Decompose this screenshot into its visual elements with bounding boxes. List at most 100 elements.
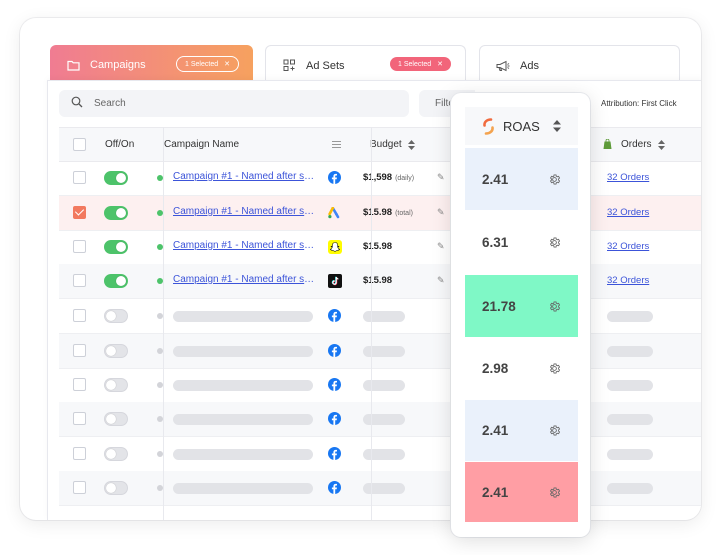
edit-icon[interactable]: ✎	[437, 172, 445, 183]
orders-placeholder	[607, 414, 653, 425]
edit-icon[interactable]: ✎	[437, 275, 445, 286]
orders-link[interactable]: 32 Orders	[607, 241, 649, 252]
table-header: Off/On Campaign Name Budget Orders	[59, 127, 701, 162]
close-icon[interactable]: ✕	[224, 60, 230, 68]
select-all-checkbox[interactable]	[73, 128, 86, 161]
facebook-icon	[327, 343, 342, 358]
selected-badge: 1 Selected ✕	[176, 56, 239, 72]
budget-amount: $15.98	[363, 207, 393, 218]
campaign-name-link[interactable]: Campaign #1 - Named after something	[173, 274, 315, 285]
search-icon	[71, 96, 83, 111]
orders-link[interactable]: 32 Orders	[607, 172, 649, 183]
shopify-icon	[603, 139, 612, 150]
status-toggle[interactable]	[104, 274, 128, 288]
close-icon[interactable]: ✕	[437, 60, 443, 68]
tab-campaigns[interactable]: Campaigns 1 Selected ✕	[50, 45, 253, 85]
facebook-icon	[327, 446, 342, 461]
roas-cell: 2.41	[465, 462, 578, 522]
table-row[interactable]	[59, 299, 701, 334]
status-toggle[interactable]	[104, 447, 128, 461]
roas-value: 2.41	[482, 171, 509, 187]
status-toggle[interactable]	[104, 344, 128, 358]
gear-icon[interactable]	[548, 173, 561, 186]
status-toggle[interactable]	[104, 412, 128, 426]
facebook-icon	[327, 308, 342, 323]
campaign-name-link[interactable]: Campaign #1 - Named after something	[173, 206, 315, 217]
status-toggle[interactable]	[104, 240, 128, 254]
budget-amount: $15.98	[363, 275, 393, 286]
column-header-roas[interactable]: ROAS	[465, 107, 578, 145]
tab-ad-sets[interactable]: Ad Sets 1 Selected ✕	[265, 45, 466, 85]
sort-icon[interactable]	[407, 139, 415, 150]
search-input[interactable]: Search	[59, 90, 409, 117]
column-header-orders[interactable]: Orders	[603, 128, 665, 161]
sort-icon[interactable]	[657, 139, 665, 150]
orders-link[interactable]: 32 Orders	[607, 275, 649, 286]
gear-icon[interactable]	[548, 300, 561, 313]
table-row[interactable]	[59, 368, 701, 403]
facebook-icon	[327, 377, 342, 392]
edit-icon[interactable]: ✎	[437, 207, 445, 218]
status-toggle[interactable]	[104, 206, 128, 220]
selected-badge-label: 1 Selected	[398, 60, 432, 68]
gear-icon[interactable]	[548, 362, 561, 375]
drag-handle-icon[interactable]	[332, 128, 341, 161]
row-checkbox[interactable]	[73, 378, 86, 391]
table-row[interactable]: Campaign #1 - Named after something $1,59…	[59, 161, 701, 196]
status-toggle[interactable]	[104, 481, 128, 495]
roas-value: 6.31	[482, 235, 509, 250]
status-toggle[interactable]	[104, 309, 128, 323]
name-placeholder	[173, 311, 313, 322]
row-checkbox[interactable]	[73, 240, 86, 253]
gear-icon[interactable]	[548, 236, 561, 249]
row-checkbox[interactable]	[73, 206, 86, 219]
selected-badge-label: 1 Selected	[185, 60, 219, 68]
row-checkbox[interactable]	[73, 447, 86, 460]
roas-cell: 21.78	[465, 275, 578, 337]
row-checkbox[interactable]	[73, 171, 86, 184]
name-placeholder	[173, 414, 313, 425]
column-header-budget[interactable]: Budget	[370, 128, 415, 161]
budget-placeholder	[363, 346, 405, 357]
row-checkbox[interactable]	[73, 309, 86, 322]
sort-icon[interactable]	[553, 120, 561, 132]
megaphone-icon	[496, 59, 510, 73]
edit-icon[interactable]: ✎	[437, 241, 445, 252]
column-divider	[163, 127, 164, 520]
budget-placeholder	[363, 311, 405, 322]
orders-header-label: Orders	[621, 139, 652, 150]
row-checkbox[interactable]	[73, 481, 86, 494]
table-row[interactable]: Campaign #1 - Named after something $15.9…	[59, 196, 701, 231]
status-toggle[interactable]	[104, 171, 128, 185]
app-window: Campaigns 1 Selected ✕ Ad Sets 1 Selecte…	[20, 18, 701, 520]
roas-value: 2.98	[482, 361, 509, 376]
budget-value: $15.98	[363, 275, 395, 286]
roas-cell: 2.41	[465, 148, 578, 210]
budget-type: (total)	[395, 210, 413, 217]
column-header-campaign-name[interactable]: Campaign Name	[164, 128, 239, 161]
attribution-selector[interactable]: Attribution: First Click	[601, 99, 677, 108]
orders-placeholder	[607, 311, 653, 322]
tab-ads[interactable]: Ads	[479, 45, 680, 85]
orders-placeholder	[607, 483, 653, 494]
row-checkbox[interactable]	[73, 274, 86, 287]
table-row[interactable]	[59, 402, 701, 437]
campaign-name-link[interactable]: Campaign #1 - Named after something	[173, 171, 315, 182]
gear-icon[interactable]	[548, 424, 561, 437]
table-row[interactable]	[59, 437, 701, 472]
budget-placeholder	[363, 483, 405, 494]
snapchat-icon	[327, 239, 342, 254]
table-row[interactable]: Campaign #1 - Named after something $15.9…	[59, 230, 701, 265]
table-row[interactable]	[59, 471, 701, 506]
orders-link[interactable]: 32 Orders	[607, 207, 649, 218]
gear-icon[interactable]	[548, 486, 561, 499]
row-checkbox[interactable]	[73, 344, 86, 357]
status-toggle[interactable]	[104, 378, 128, 392]
campaign-name-link[interactable]: Campaign #1 - Named after something	[173, 240, 315, 251]
roas-value: 2.41	[482, 423, 509, 438]
roas-cell: 6.31	[465, 211, 578, 274]
table-row[interactable]	[59, 334, 701, 369]
table-row[interactable]: Campaign #1 - Named after something $15.9…	[59, 264, 701, 299]
row-checkbox[interactable]	[73, 412, 86, 425]
budget-value: $15.98	[363, 241, 395, 252]
